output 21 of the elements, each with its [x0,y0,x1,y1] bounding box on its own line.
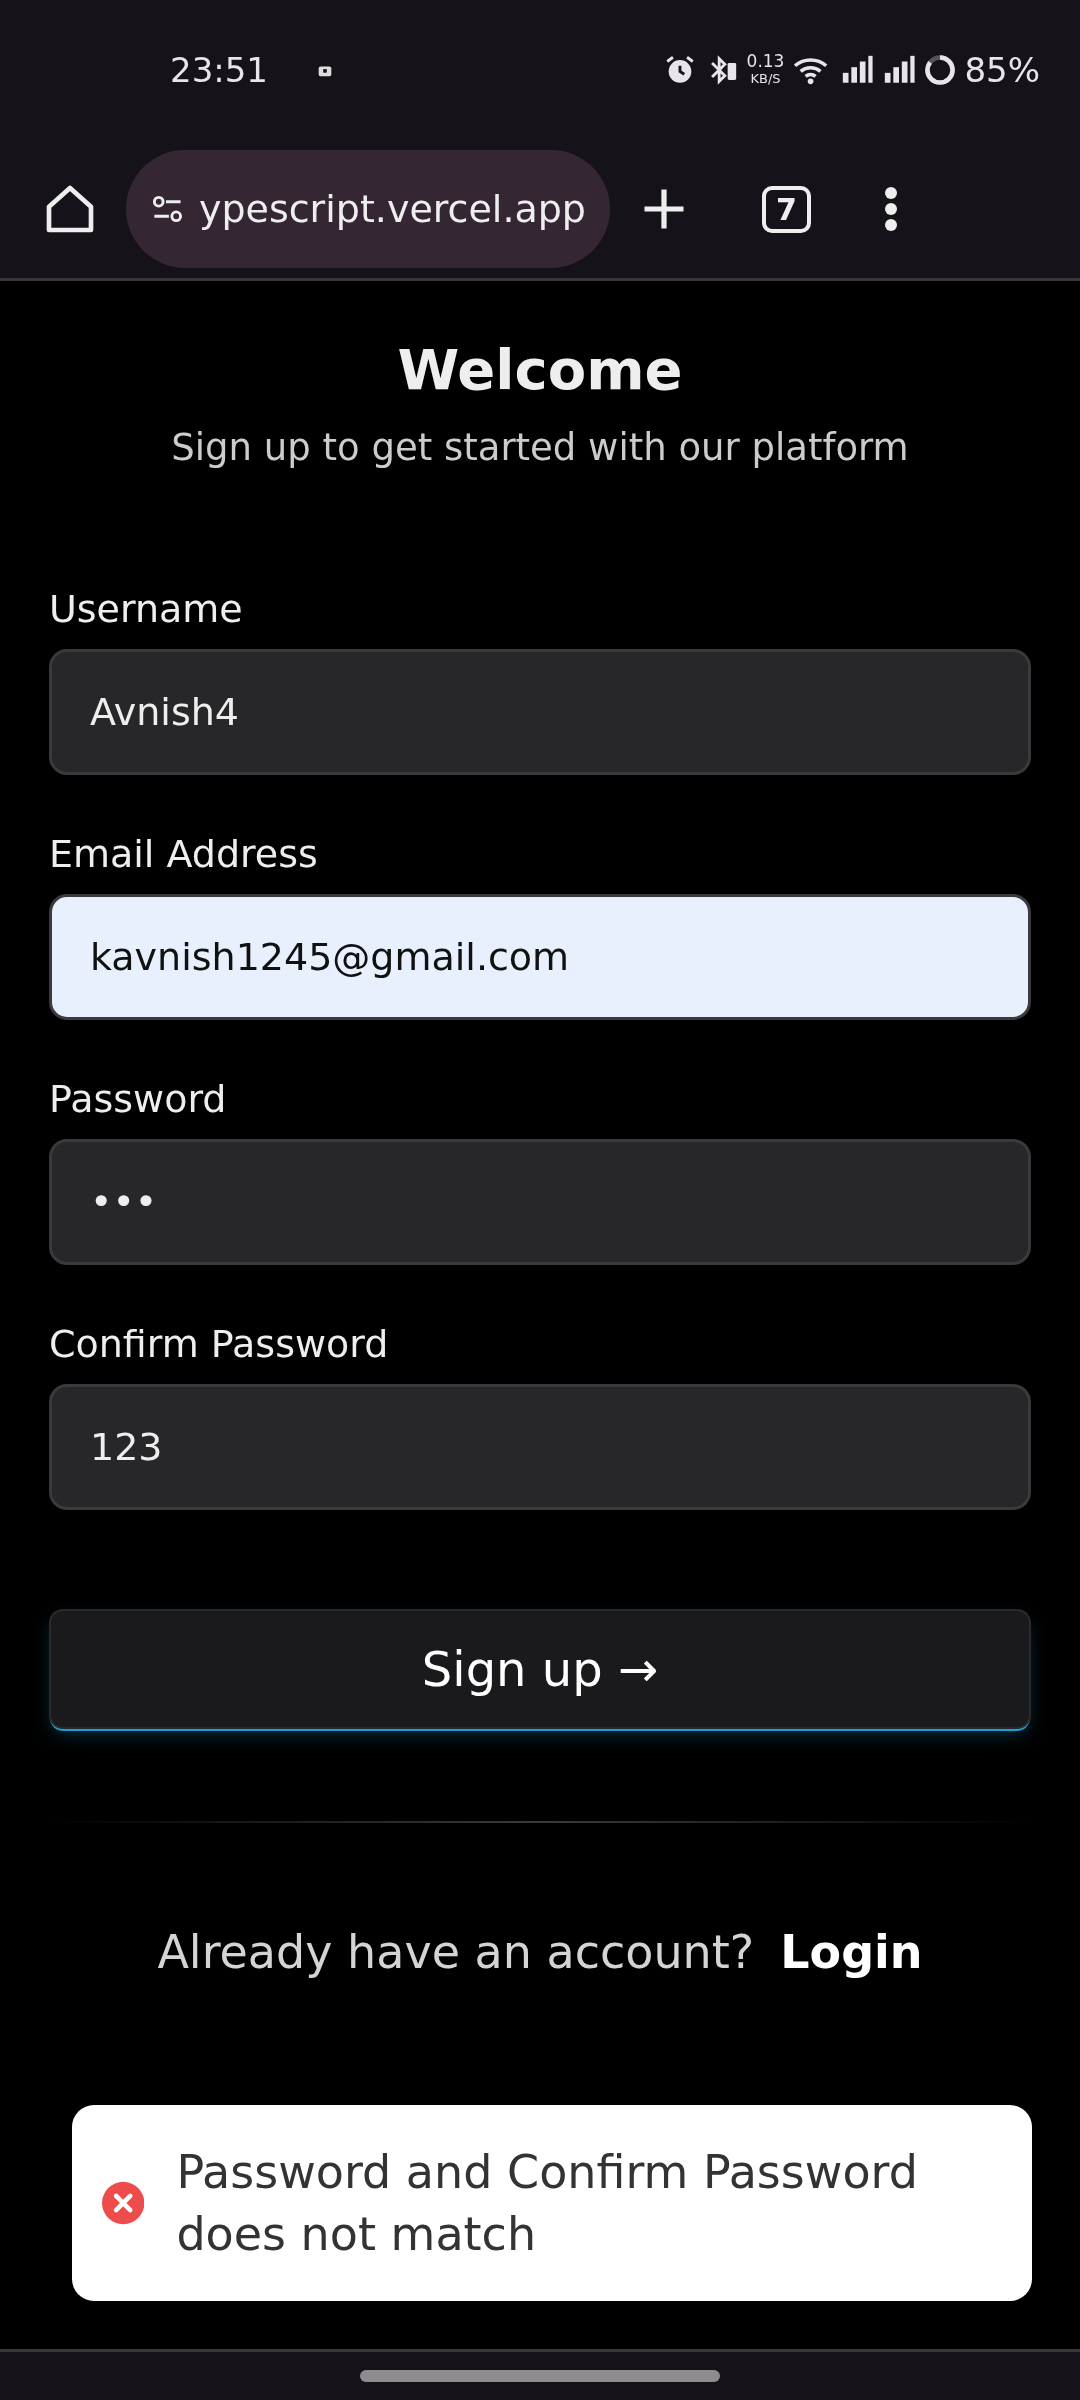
page-subtitle: Sign up to get started with our platform [170,426,910,469]
login-link[interactable]: Login [780,1925,923,1979]
field-label: Email Address [49,832,319,876]
input-field[interactable]: Avnish4 [49,649,1031,775]
address-bar[interactable]: ypescript.vercel.app [126,150,610,268]
battery-percent: 85% [964,50,1040,90]
field-label: Password [49,1077,228,1121]
page-title: Welcome [396,337,684,402]
login-prompt: Already have an account? [157,1925,755,1979]
input-field[interactable]: kavnish1245@gmail.com [49,894,1031,1020]
tab-count-button[interactable]: 7 [762,185,811,233]
clock: 23:51 [170,50,268,90]
sign-up-button[interactable]: Sign up → [49,1609,1031,1729]
menu-icon[interactable] [882,184,899,234]
input-field[interactable]: ••• [49,1139,1031,1265]
field-label: Username [49,587,244,631]
toast-message: Password and Confirm Password does not match [176,2144,919,2263]
network-speed: 0.13 KB/S [746,53,785,87]
input-field[interactable]: 123 [49,1384,1031,1510]
field-label: Confirm Password [49,1322,390,1366]
battery-icon [924,54,957,86]
